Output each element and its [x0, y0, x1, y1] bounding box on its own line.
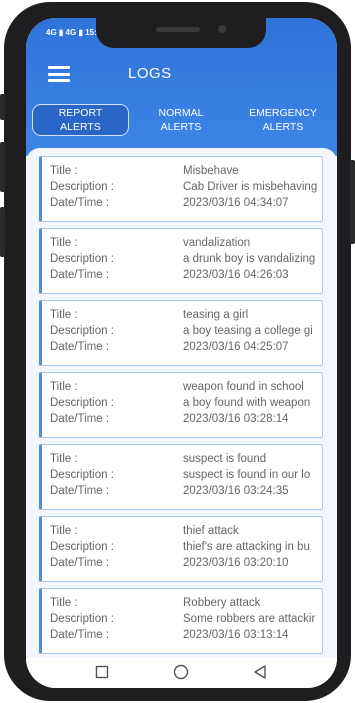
- log-title: weapon found in school: [183, 381, 304, 393]
- status-time: 15:: [85, 28, 97, 37]
- title-label: Title :: [50, 381, 78, 393]
- home-circle-icon[interactable]: [173, 664, 189, 680]
- title-label: Title :: [50, 453, 78, 465]
- tab-label-line2: ALERTS: [262, 121, 304, 133]
- log-list[interactable]: Title : Misbehave Description : Cab Driver…: [26, 148, 337, 658]
- datetime-label: Date/Time :: [50, 485, 110, 497]
- status-bar: 4G ▮ 4G ▮ 15:: [46, 28, 97, 37]
- datetime-label: Date/Time :: [50, 413, 110, 425]
- phone-frame: 4G ▮ 4G ▮ 15: LOGS REPORT ALERTS NORMAL …: [0, 2, 355, 701]
- log-datetime: 2023/03/16 04:34:07: [183, 197, 289, 209]
- datetime-label: Date/Time :: [50, 269, 110, 281]
- description-label: Description :: [50, 613, 114, 625]
- title-label: Title :: [50, 309, 78, 321]
- log-description: suspect is found in our lo: [183, 469, 311, 481]
- log-datetime: 2023/03/16 03:13:14: [183, 629, 289, 641]
- log-description: a boy teasing a college gi: [183, 325, 313, 337]
- datetime-label: Date/Time :: [50, 197, 110, 209]
- log-title: teasing a girl: [183, 309, 249, 321]
- log-datetime: 2023/03/16 03:28:14: [183, 413, 289, 425]
- power-button: [0, 207, 5, 257]
- title-label: Title :: [50, 597, 78, 609]
- log-card[interactable]: Title : thief attack Description : thief's…: [39, 516, 323, 582]
- description-label: Description :: [50, 541, 114, 553]
- log-title: vandalization: [183, 237, 251, 249]
- log-datetime: 2023/03/16 04:26:03: [183, 269, 289, 281]
- tab-bar: REPORT ALERTS NORMAL ALERTS EMERGENCY AL…: [26, 104, 337, 140]
- log-description: a boy found with weapon: [183, 397, 311, 409]
- network-indicator-2: 4G: [65, 28, 77, 37]
- description-label: Description :: [50, 325, 114, 337]
- screen: 4G ▮ 4G ▮ 15: LOGS REPORT ALERTS NORMAL …: [26, 18, 337, 688]
- log-description: a drunk boy is vandalizing: [183, 253, 316, 265]
- tab-normal-alerts[interactable]: NORMAL ALERTS: [135, 104, 227, 136]
- log-title: Misbehave: [183, 165, 239, 177]
- log-card[interactable]: Title : Misbehave Description : Cab Driver…: [39, 156, 323, 222]
- log-description: Cab Driver is misbehaving: [183, 181, 318, 193]
- front-camera-icon: [218, 25, 226, 33]
- log-card[interactable]: Title : teasing a girl Description : a boy…: [39, 300, 323, 366]
- log-description: thief's are attacking in bu: [183, 541, 310, 553]
- tab-label-line2: ALERTS: [60, 121, 101, 133]
- hamburger-menu-icon[interactable]: [48, 66, 70, 82]
- volume-up-button: [0, 94, 5, 120]
- log-datetime: 2023/03/16 04:25:07: [183, 341, 289, 353]
- tab-label-line2: ALERTS: [160, 121, 202, 133]
- description-label: Description :: [50, 397, 114, 409]
- log-card[interactable]: Title : weapon found in school Descriptio…: [39, 372, 323, 438]
- log-card[interactable]: Title : vandalization Description : a drun…: [39, 228, 323, 294]
- log-title: thief attack: [183, 525, 239, 537]
- log-datetime: 2023/03/16 03:24:35: [183, 485, 289, 497]
- side-button-right: [350, 160, 355, 244]
- datetime-label: Date/Time :: [50, 341, 110, 353]
- log-title: suspect is found: [183, 453, 267, 465]
- title-label: Title :: [50, 237, 78, 249]
- back-triangle-icon[interactable]: [253, 664, 267, 680]
- speaker-grille: [156, 27, 200, 32]
- description-label: Description :: [50, 469, 114, 481]
- log-description: Some robbers are attackir: [183, 613, 316, 625]
- log-title: Robbery attack: [183, 597, 261, 609]
- tab-label-line1: REPORT: [58, 107, 103, 119]
- title-label: Title :: [50, 525, 78, 537]
- recents-square-icon[interactable]: [95, 665, 109, 679]
- tab-emergency-alerts[interactable]: EMERGENCY ALERTS: [233, 104, 333, 136]
- tab-report-alerts[interactable]: REPORT ALERTS: [32, 104, 129, 136]
- page-title: LOGS: [128, 65, 172, 82]
- signal-icon: ▮: [58, 28, 64, 37]
- title-label: Title :: [50, 165, 78, 177]
- volume-down-button: [0, 142, 5, 192]
- datetime-label: Date/Time :: [50, 629, 110, 641]
- log-card[interactable]: Title : suspect is found Description : sus…: [39, 444, 323, 510]
- network-indicator-1: 4G: [46, 28, 57, 37]
- description-label: Description :: [50, 181, 114, 193]
- notch: [96, 18, 266, 48]
- tab-label-line1: EMERGENCY: [249, 107, 317, 119]
- android-nav-bar: [26, 658, 337, 688]
- datetime-label: Date/Time :: [50, 557, 110, 569]
- description-label: Description :: [50, 253, 114, 265]
- tab-label-line1: NORMAL: [158, 107, 204, 119]
- log-card[interactable]: Title : Robbery attack Description : Some …: [39, 588, 323, 654]
- log-datetime: 2023/03/16 03:20:10: [183, 557, 289, 569]
- signal-icon: ▮: [78, 28, 83, 37]
